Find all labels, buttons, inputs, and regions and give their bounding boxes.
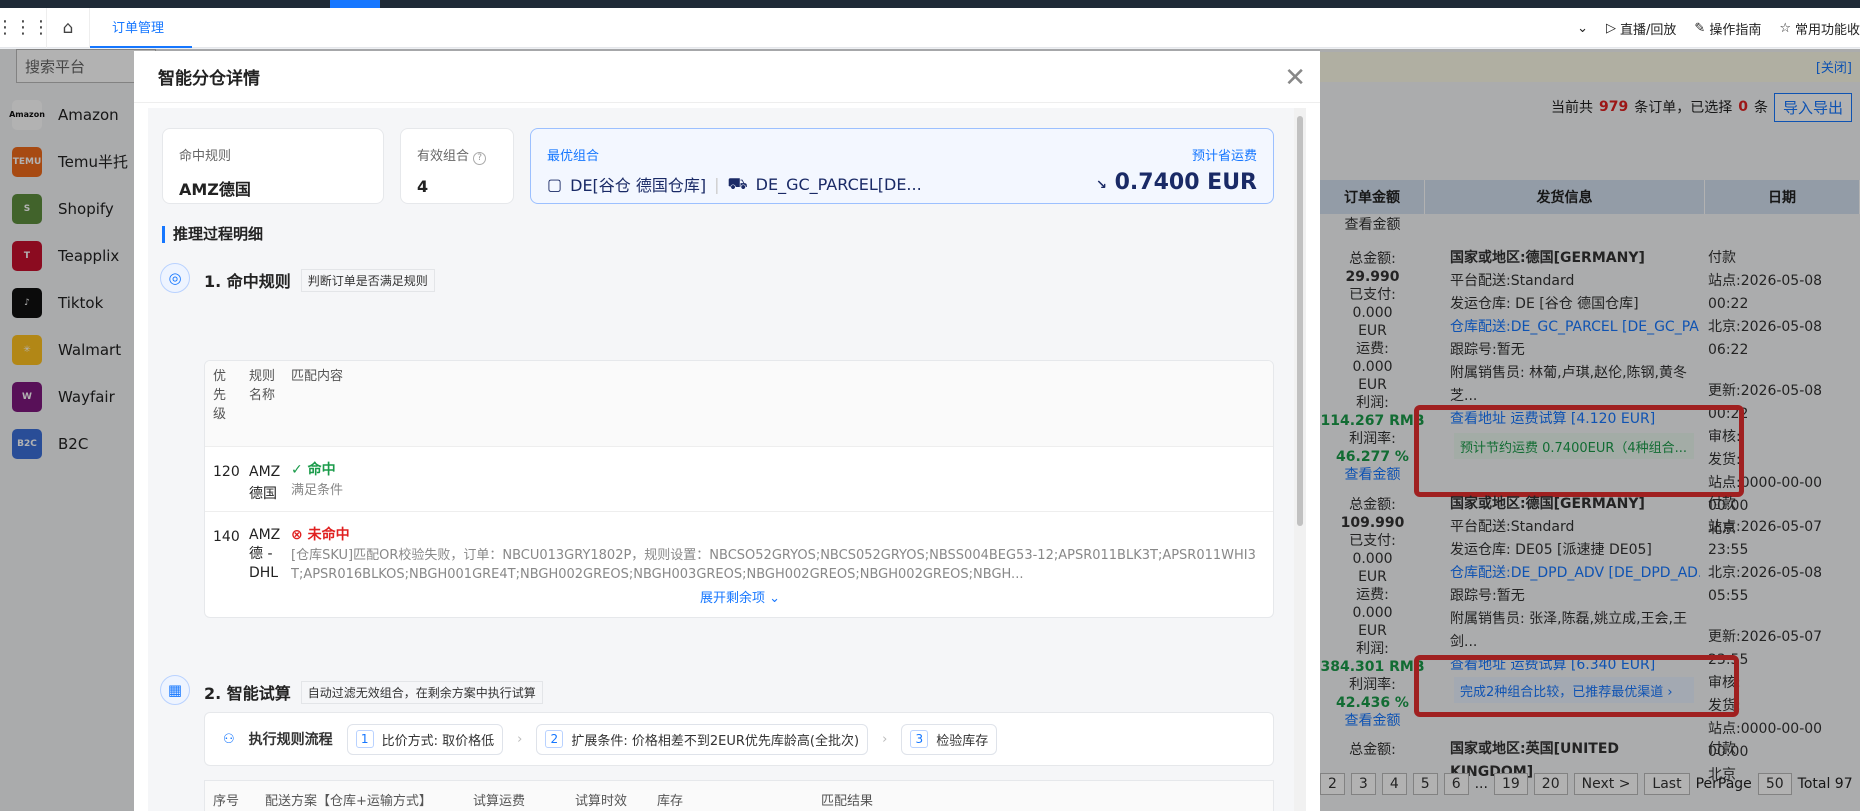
rule-flow: ⚇ 执行规则流程 1 比价方式: 取价格低 › 2 扩展条件: 价格相差不到2EUR… <box>204 712 1274 766</box>
nav-guide[interactable]: ✎ 操作指南 <box>1694 19 1761 38</box>
flow-step-1-label: 比价方式: 取价格低 <box>381 733 495 749</box>
process-title: 推理过程明细 <box>162 226 263 243</box>
nav-right-menu: ⌄ ▷ 直播/回放 ✎ 操作指南 ☆ 常用功能收 <box>1577 8 1860 48</box>
rule-table: 优先级 规则名称 匹配内容 120 AMZ德国 ✓ 命中 满足条件 140 AM… <box>204 360 1274 618</box>
flow-icon: ⚇ <box>223 731 235 747</box>
valid-combo-label: 有效组合 <box>417 149 470 164</box>
flow-step-3-label: 检验库存 <box>936 733 989 749</box>
flow-step-2: 2 扩展条件: 价格相差不到2EUR优先库龄高(全批次) <box>536 723 869 755</box>
flow-step-1-num: 1 <box>355 730 374 748</box>
target-icon: ◎ <box>160 263 190 293</box>
row2-status: ⊗ 未命中 <box>291 524 350 546</box>
apps-grid-icon[interactable]: ⋮⋮⋮ <box>0 8 50 48</box>
best-combo-card: 最优组合 ▢ DE[谷仓 德国仓库] | ⛟ DE_GC_PARCEL[DE..… <box>530 128 1274 204</box>
truck-icon: ⛟ <box>727 173 748 193</box>
row2-detail: [仓库SKU]匹配OR校验失败，订单：NBCU013GRY1802P，规则设置：… <box>291 548 1256 582</box>
save-value: 0.7400 EUR <box>1114 170 1257 195</box>
flow-step-2-label: 扩展条件: 价格相差不到2EUR优先库龄高(全批次) <box>571 733 860 749</box>
table-row: 140 AMZ德 - DHL ⊗ 未命中 [仓库SKU]匹配OR校验失败，订单：… <box>205 512 1273 596</box>
trial-col-plan: 配送方案【仓库+运输方式】 <box>265 794 432 809</box>
step1-header: 1. 命中规则 判断订单是否满足规则 <box>204 268 435 292</box>
chevron-right-icon: › <box>517 731 523 747</box>
step1-title: 1. 命中规则 <box>204 272 291 291</box>
header-match: 匹配内容 <box>291 369 344 384</box>
top-bar <box>0 0 1860 8</box>
rule-table-header: 优先级 规则名称 匹配内容 <box>205 361 1273 447</box>
nav-favorites[interactable]: ☆ 常用功能收 <box>1779 19 1860 38</box>
trial-col-index: 序号 <box>213 794 240 809</box>
row1-priority: 120 <box>213 464 240 480</box>
best-warehouse: DE[谷仓 德国仓库] <box>570 176 707 195</box>
expand-text: 展开剩余项 <box>699 591 765 606</box>
hit-rule-value: AMZ德国 <box>179 180 251 199</box>
step2-title: 2. 智能试算 <box>204 684 291 703</box>
row1-status: ✓ 命中 <box>291 459 336 481</box>
top-bar-highlight <box>330 0 380 8</box>
chevron-down-icon: ⌄ <box>769 591 781 606</box>
step2-tag: 自动过滤无效组合，在剩余方案中执行试算 <box>300 680 543 704</box>
trial-col-time: 试算时效 <box>575 794 628 809</box>
valid-combo-value: 4 <box>417 177 429 196</box>
row2-status-text: 未命中 <box>307 527 350 543</box>
close-icon[interactable]: ✕ <box>1284 63 1306 93</box>
step2-header: 2. 智能试算 自动过滤无效组合，在剩余方案中执行试算 <box>204 680 543 704</box>
hit-rule-label: 命中规则 <box>179 149 232 164</box>
nav-live-replay[interactable]: ▷ 直播/回放 <box>1606 19 1676 38</box>
chevron-down-icon[interactable]: ⌄ <box>1577 21 1588 36</box>
scrollbar-thumb[interactable] <box>1297 116 1303 526</box>
smart-warehouse-modal: 智能分仓详情 ✕ 命中规则 AMZ德国 有效组合 ? 4 最优组合 ▢ DE[谷… <box>134 51 1320 811</box>
hit-rule-card: 命中规则 AMZ德国 <box>162 128 384 204</box>
tab-order-management[interactable]: 订单管理 <box>90 7 192 48</box>
flow-step-3: 3 检验库存 <box>901 723 998 755</box>
calculator-icon: ▦ <box>160 675 190 705</box>
flow-step-2-num: 2 <box>545 730 564 748</box>
help-icon[interactable]: ? <box>473 152 487 165</box>
row1-name: AMZ德国 <box>249 464 281 502</box>
modal-title: 智能分仓详情 <box>134 51 1320 103</box>
trial-col-freight: 试算运费 <box>473 794 526 809</box>
best-channel: DE_GC_PARCEL[DE... <box>755 174 922 194</box>
x-circle-icon: ⊗ <box>291 527 303 543</box>
row2-name: AMZ德 - DHL <box>249 527 281 581</box>
row1-status-text: 命中 <box>307 462 336 478</box>
flow-step-1: 1 比价方式: 取价格低 <box>346 723 504 755</box>
home-icon[interactable]: ⌂ <box>46 7 90 48</box>
trial-col-stock: 库存 <box>657 794 684 809</box>
table-row: 120 AMZ德国 ✓ 命中 满足条件 <box>205 447 1273 512</box>
flow-step-3-num: 3 <box>910 730 929 748</box>
nav-bar: ⋮⋮⋮ ⌂ 订单管理 ⌄ ▷ 直播/回放 ✎ 操作指南 ☆ 常用功能收 <box>0 7 1860 48</box>
check-circle-icon: ✓ <box>291 462 303 478</box>
header-priority: 优先级 <box>213 369 227 422</box>
modal-scrollbar[interactable] <box>1294 108 1306 811</box>
trial-table-header: 序号 配送方案【仓库+运输方式】 试算运费 试算时效 库存 匹配结果 <box>204 780 1274 811</box>
trial-col-result: 匹配结果 <box>821 794 874 809</box>
header-rule-name: 规则名称 <box>249 369 276 403</box>
expand-rows-link[interactable]: 展开剩余项 ⌄ <box>205 587 1273 606</box>
chevron-right-icon: › <box>882 731 888 747</box>
row2-priority: 140 <box>213 529 240 545</box>
valid-combo-card: 有效组合 ? 4 <box>400 128 514 204</box>
step1-tag: 判断订单是否满足规则 <box>300 268 435 292</box>
trend-down-icon: ↘ <box>1096 178 1107 193</box>
row1-detail: 满足条件 <box>291 483 344 498</box>
box-icon: ▢ <box>547 174 563 194</box>
flow-title: 执行规则流程 <box>248 732 333 748</box>
modal-body: 命中规则 AMZ德国 有效组合 ? 4 最优组合 ▢ DE[谷仓 德国仓库] |… <box>148 108 1294 811</box>
save-label: 预计省运费 <box>1191 149 1257 164</box>
